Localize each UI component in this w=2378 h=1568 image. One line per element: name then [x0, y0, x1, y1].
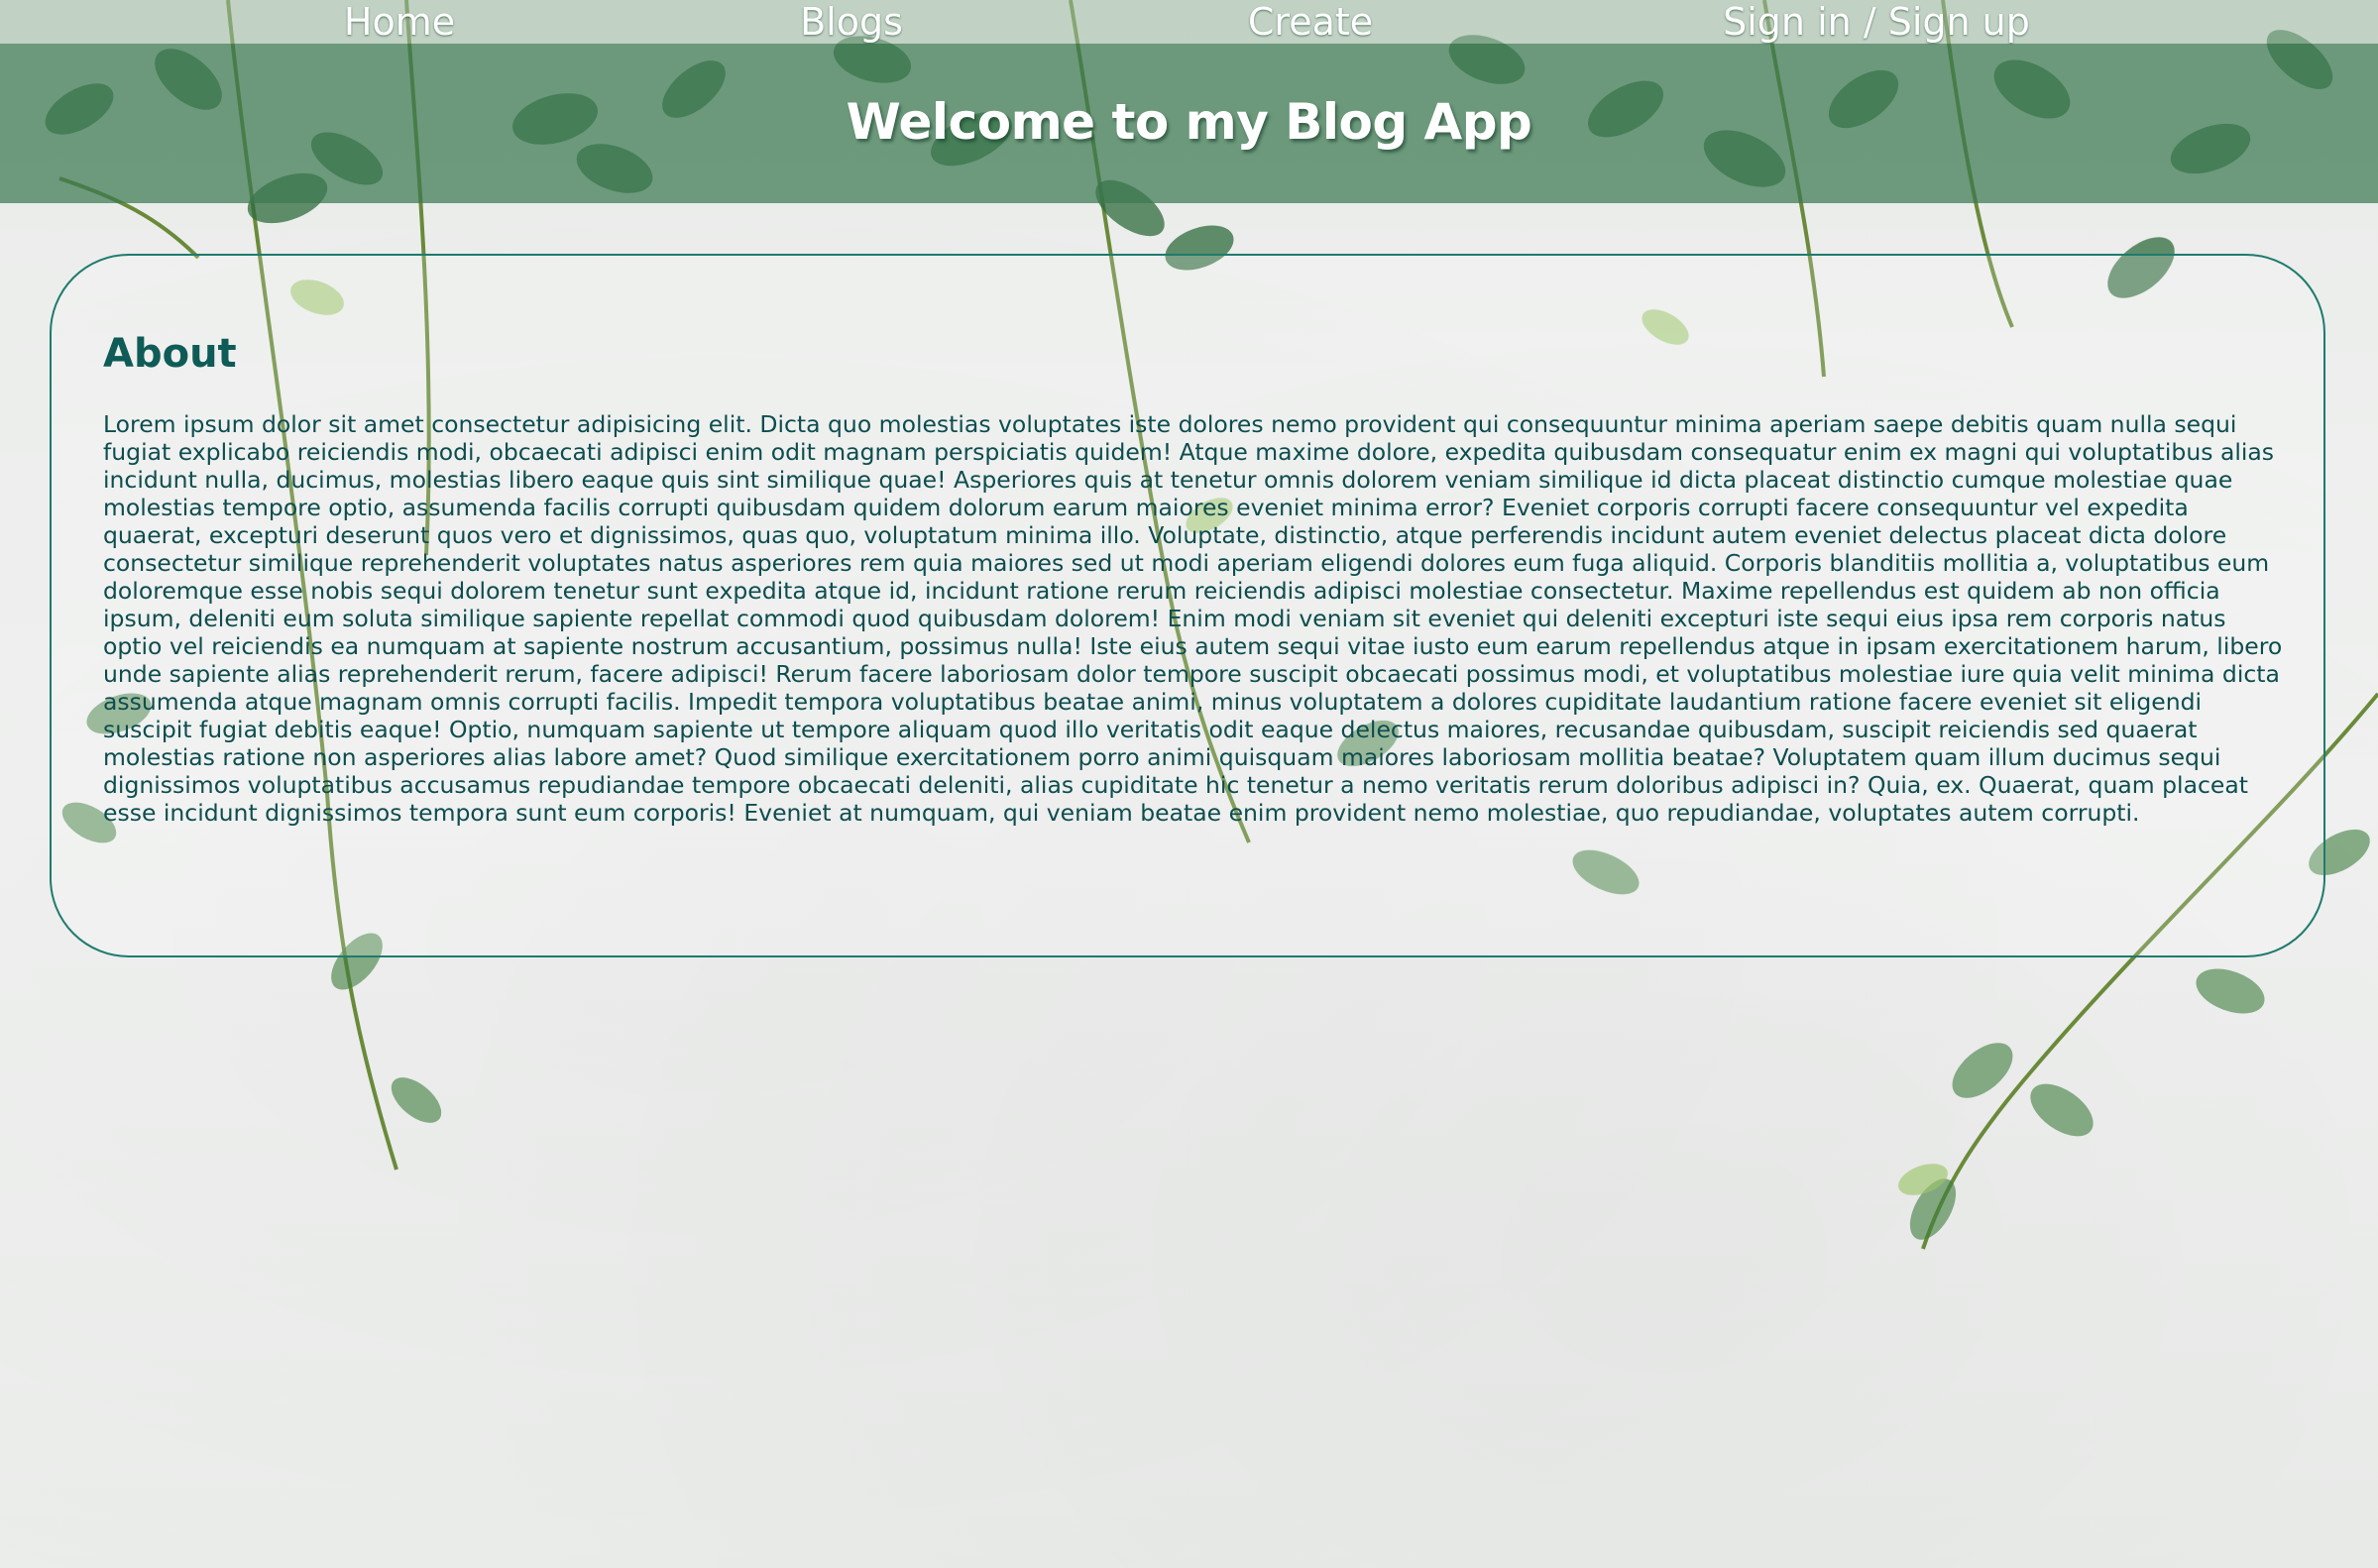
top-nav: Home Blogs Create Sign in / Sign up: [0, 0, 2378, 44]
nav-link-sign-in[interactable]: Sign in / Sign up: [1723, 0, 2030, 44]
nav-link-home[interactable]: Home: [344, 0, 455, 44]
page-header: Welcome to my Blog App: [0, 44, 2378, 203]
nav-link-create[interactable]: Create: [1248, 0, 1373, 44]
nav-link-blogs[interactable]: Blogs: [800, 0, 903, 44]
about-body-text: Lorem ipsum dolor sit amet consectetur a…: [103, 410, 2283, 827]
about-heading: About: [103, 331, 237, 377]
about-card: About Lorem ipsum dolor sit amet consect…: [50, 254, 2325, 957]
page-title: Welcome to my Blog App: [846, 93, 1532, 151]
